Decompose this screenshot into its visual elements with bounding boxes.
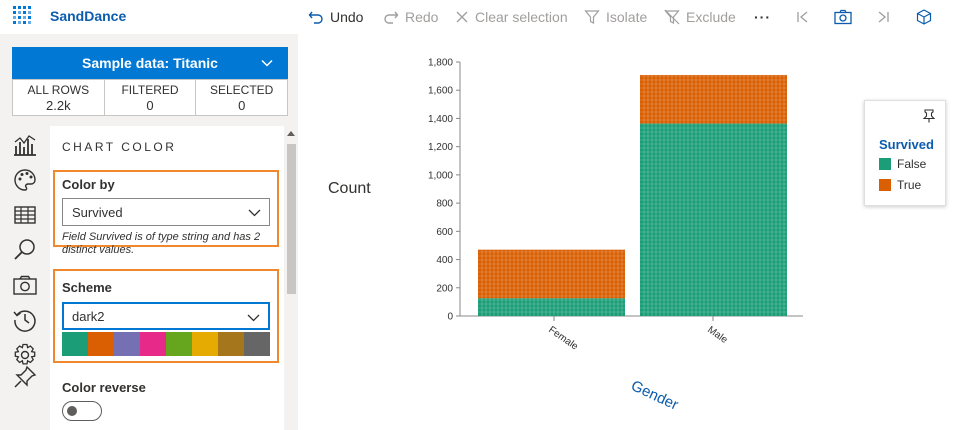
legend-swatch <box>879 158 891 170</box>
legend-label: False <box>897 157 927 171</box>
stat-filtered[interactable]: FILTERED 0 <box>105 80 197 115</box>
y-tick-label: 800 <box>436 199 453 210</box>
legend-item-true[interactable]: True <box>879 178 921 192</box>
stat-label: SELECTED <box>210 83 274 97</box>
chart-area: 0 200 400 600 800 1,000 1,200 1,400 1,600 1,800 Fe… <box>298 34 955 430</box>
y-tick-label: 1,400 <box>428 114 453 125</box>
close-icon <box>456 11 468 23</box>
camera-icon[interactable] <box>832 6 854 28</box>
stat-all-rows[interactable]: ALL ROWS 2.2k <box>13 80 105 115</box>
cube-icon[interactable] <box>913 6 935 28</box>
isolate-button[interactable]: Isolate <box>584 6 647 28</box>
redo-button[interactable]: Redo <box>383 6 438 28</box>
scheme-swatch-2 <box>114 332 140 356</box>
scheme-value: dark2 <box>72 308 105 324</box>
color-reverse-label: Color reverse <box>62 380 146 395</box>
sidebar <box>0 126 50 430</box>
scheme-label: Scheme <box>62 280 112 295</box>
pin-icon[interactable] <box>12 364 38 390</box>
legend-item-false[interactable]: False <box>879 157 926 171</box>
toggle-knob <box>67 406 77 416</box>
clear-selection-button[interactable]: Clear selection <box>455 6 568 28</box>
color-reverse-toggle[interactable] <box>62 401 102 421</box>
y-tick-label: 1,600 <box>428 86 453 97</box>
stat-selected[interactable]: SELECTED 0 <box>196 80 287 115</box>
scheme-swatch-3 <box>140 332 166 356</box>
table-icon[interactable] <box>12 202 38 228</box>
palette-icon[interactable] <box>12 167 38 193</box>
y-tick-label: 400 <box>436 255 453 266</box>
scheme-swatch-7 <box>244 332 270 356</box>
color-by-label: Color by <box>62 177 115 192</box>
exclude-button[interactable]: Exclude <box>664 6 736 28</box>
section-title: CHART COLOR <box>62 140 177 154</box>
legend-label: True <box>897 178 922 192</box>
dataset-label: Sample data: Titanic <box>82 55 218 71</box>
chevron-down-icon <box>248 209 261 217</box>
scheme-swatch-5 <box>192 332 218 356</box>
more-button[interactable]: ··· <box>754 6 771 28</box>
sanddance-logo-icon <box>12 5 34 27</box>
exclude-label: Exclude <box>686 9 736 25</box>
undo-button[interactable]: Undo <box>308 6 363 28</box>
color-by-value: Survived <box>72 204 123 220</box>
bar-female-true <box>478 249 625 299</box>
left-panel: Sample data: Titanic ALL ROWS 2.2k FILTE… <box>0 34 298 430</box>
chart-color-settings: CHART COLOR Color by Survived Field Surv… <box>50 126 284 430</box>
scheme-swatches <box>62 332 270 356</box>
x-tick-label: Female <box>546 324 580 352</box>
y-tick-label: 1,000 <box>428 170 453 181</box>
y-tick-label: 200 <box>436 283 453 294</box>
chevron-down-icon <box>247 314 260 322</box>
clear-selection-label: Clear selection <box>475 9 568 25</box>
scroll-thumb[interactable] <box>287 144 296 294</box>
camera-icon[interactable] <box>12 272 38 298</box>
undo-label: Undo <box>330 9 364 25</box>
data-stats: ALL ROWS 2.2k FILTERED 0 SELECTED 0 <box>12 79 288 116</box>
isolate-label: Isolate <box>606 9 648 25</box>
filter-exclude-icon <box>664 9 680 25</box>
dataset-dropdown[interactable]: Sample data: Titanic <box>12 47 288 79</box>
color-by-note: Field Survived is of type string and has… <box>62 231 261 256</box>
bar-female-false <box>478 298 625 316</box>
chart-icon[interactable] <box>12 132 38 158</box>
last-icon[interactable] <box>872 6 894 28</box>
history-icon[interactable] <box>12 307 38 333</box>
legend: Survived False True <box>864 100 946 206</box>
y-tick-label: 600 <box>436 227 453 238</box>
stat-value: 2.2k <box>46 98 71 113</box>
scheme-swatch-1 <box>88 332 114 356</box>
scheme-dropdown[interactable]: dark2 <box>62 302 270 330</box>
color-by-dropdown[interactable]: Survived <box>62 198 270 226</box>
scheme-swatch-6 <box>218 332 244 356</box>
y-tick-label: 1,200 <box>428 142 453 153</box>
redo-icon <box>384 11 399 24</box>
first-icon[interactable] <box>792 6 814 28</box>
y-axis-label: Count <box>328 180 371 197</box>
legend-title: Survived <box>879 137 934 152</box>
x-tick-label: Male <box>705 324 729 346</box>
filter-icon <box>584 10 600 24</box>
stat-value: 0 <box>146 98 154 113</box>
app-title: SandDance <box>50 8 127 24</box>
redo-label: Redo <box>405 9 439 25</box>
y-tick-label: 1,800 <box>428 58 453 69</box>
scheme-swatch-4 <box>166 332 192 356</box>
settings-scrollbar[interactable] <box>284 126 298 430</box>
search-icon[interactable] <box>12 237 38 263</box>
chevron-down-icon <box>261 59 273 67</box>
undo-icon <box>308 11 323 24</box>
legend-swatch <box>879 179 891 191</box>
pin-icon[interactable] <box>923 109 935 123</box>
scheme-swatch-0 <box>62 332 88 356</box>
stat-label: ALL ROWS <box>27 83 90 97</box>
chart-svg: 0 200 400 600 800 1,000 1,200 1,400 1,600 1,800 Fe… <box>428 58 803 414</box>
stat-label: FILTERED <box>121 83 179 97</box>
top-bar: SandDance Undo Redo Clear selection Isol… <box>0 0 955 34</box>
y-tick-label: 0 <box>447 312 453 323</box>
stat-value: 0 <box>238 98 246 113</box>
x-axis-label: Gender <box>628 377 681 414</box>
scroll-up-icon[interactable] <box>287 130 295 136</box>
